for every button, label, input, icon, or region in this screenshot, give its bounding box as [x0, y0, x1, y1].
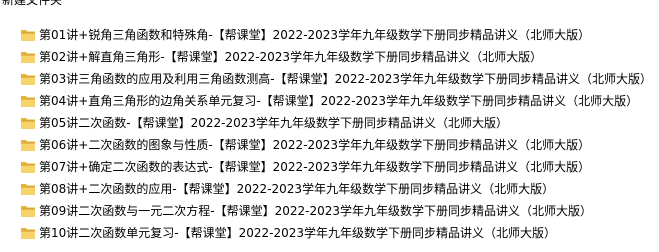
folder-icon — [21, 118, 35, 129]
file-list: 第01讲+锐角三角函数和特殊角-【帮课堂】2022-2023学年九年级数学下册同… — [0, 24, 659, 244]
folder-icon — [21, 162, 35, 173]
list-item[interactable]: 第08讲+二次函数的应用-【帮课堂】2022-2023学年九年级数学下册同步精品… — [0, 178, 659, 200]
folder-name: 第06讲+二次函数的图象与性质-【帮课堂】2022-2023学年九年级数学下册同… — [39, 138, 591, 152]
parent-folder-label[interactable]: 新建文件夹 — [0, 0, 62, 9]
list-item[interactable]: 第02讲+解直角三角形-【帮课堂】2022-2023学年九年级数学下册同步精品讲… — [0, 46, 659, 68]
folder-name: 第01讲+锐角三角函数和特殊角-【帮课堂】2022-2023学年九年级数学下册同… — [39, 28, 591, 42]
list-item[interactable]: 第04讲+直角三角形的边角关系单元复习-【帮课堂】2022-2023学年九年级数… — [0, 90, 659, 112]
folder-icon — [21, 74, 35, 85]
folder-name: 第10讲二次函数单元复习-【帮课堂】2022-2023学年九年级数学下册同步精品… — [39, 226, 557, 240]
folder-name: 第02讲+解直角三角形-【帮课堂】2022-2023学年九年级数学下册同步精品讲… — [39, 50, 543, 64]
list-item[interactable]: 第03讲三角函数的应用及利用三角函数测高-【帮课堂】2022-2023学年九年级… — [0, 68, 659, 90]
list-item[interactable]: 第07讲+确定二次函数的表达式-【帮课堂】2022-2023学年九年级数学下册同… — [0, 156, 659, 178]
list-item[interactable]: 第09讲二次函数与一元二次方程-【帮课堂】2022-2023学年九年级数学下册同… — [0, 200, 659, 222]
folder-icon — [21, 228, 35, 239]
folder-icon — [21, 96, 35, 107]
folder-name: 第05讲二次函数-【帮课堂】2022-2023学年九年级数学下册同步精品讲义（北… — [39, 116, 509, 130]
folder-name: 第04讲+直角三角形的边角关系单元复习-【帮课堂】2022-2023学年九年级数… — [39, 94, 639, 108]
folder-name: 第07讲+确定二次函数的表达式-【帮课堂】2022-2023学年九年级数学下册同… — [39, 160, 591, 174]
folder-name: 第09讲二次函数与一元二次方程-【帮课堂】2022-2023学年九年级数学下册同… — [39, 204, 593, 218]
list-item[interactable]: 第10讲二次函数单元复习-【帮课堂】2022-2023学年九年级数学下册同步精品… — [0, 222, 659, 244]
list-item[interactable]: 第01讲+锐角三角函数和特殊角-【帮课堂】2022-2023学年九年级数学下册同… — [0, 24, 659, 46]
folder-name: 第03讲三角函数的应用及利用三角函数测高-【帮课堂】2022-2023学年九年级… — [39, 72, 653, 86]
folder-icon — [21, 184, 35, 195]
folder-icon — [21, 52, 35, 63]
list-item[interactable]: 第06讲+二次函数的图象与性质-【帮课堂】2022-2023学年九年级数学下册同… — [0, 134, 659, 156]
folder-icon — [21, 140, 35, 151]
folder-name: 第08讲+二次函数的应用-【帮课堂】2022-2023学年九年级数学下册同步精品… — [39, 182, 555, 196]
list-item[interactable]: 第05讲二次函数-【帮课堂】2022-2023学年九年级数学下册同步精品讲义（北… — [0, 112, 659, 134]
folder-window: 新建文件夹 第01讲+锐角三角函数和特殊角-【帮课堂】2022-2023学年九年… — [0, 0, 659, 252]
folder-icon — [21, 206, 35, 217]
folder-icon — [21, 30, 35, 41]
